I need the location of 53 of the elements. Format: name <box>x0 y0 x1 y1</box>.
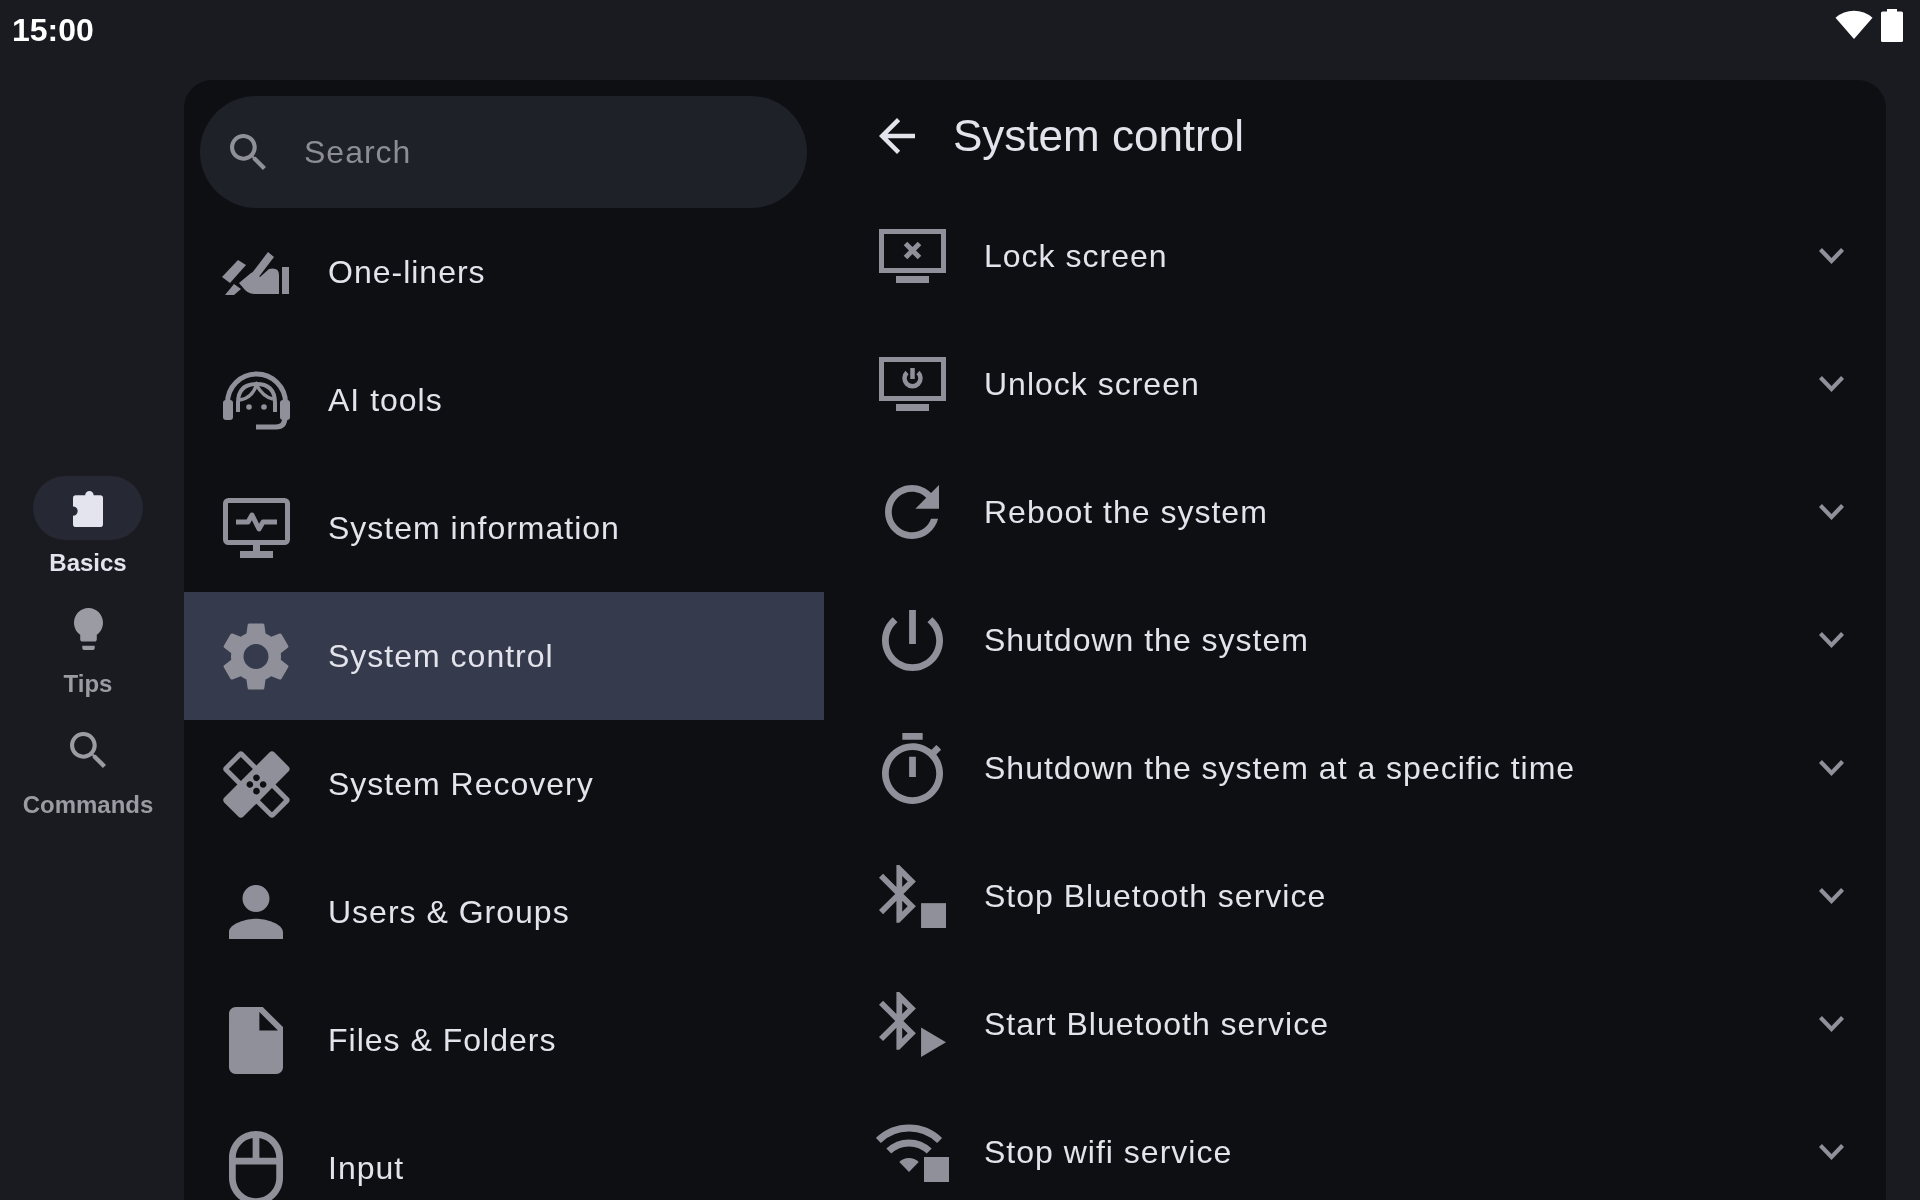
category-item[interactable]: Files & Folders <box>184 976 824 1104</box>
search-icon <box>230 134 266 170</box>
power-icon <box>881 609 943 671</box>
arrow-left-icon <box>879 118 915 154</box>
lightbulb-icon <box>73 608 103 650</box>
status-time: 15:00 <box>12 11 94 50</box>
gear-icon <box>223 621 289 691</box>
category-item[interactable]: System control <box>184 592 824 720</box>
nav-rail-item[interactable]: Tips <box>63 597 113 700</box>
nav-rail-item[interactable]: Commands <box>22 718 154 821</box>
chevron-icon[interactable] <box>1819 504 1844 520</box>
command-item[interactable]: Shutdown the system <box>875 609 1309 671</box>
monitor-power-icon <box>878 357 946 411</box>
writing-hand-icon <box>222 249 290 295</box>
bluetooth-stop-icon <box>878 864 946 928</box>
chevron-icon[interactable] <box>1819 632 1844 648</box>
command-item[interactable]: Unlock screen <box>875 357 1200 411</box>
command-item[interactable]: Stop wifi service <box>875 1122 1233 1182</box>
chevron-icon[interactable] <box>1819 248 1844 264</box>
search-icon <box>70 732 106 768</box>
command-item[interactable]: Reboot the system <box>875 485 1268 539</box>
command-item[interactable]: Start Bluetooth service <box>875 991 1329 1057</box>
battery-icon <box>1881 9 1903 42</box>
command-item[interactable]: Shutdown the system at a specific time <box>875 732 1576 804</box>
monitor-pulse-icon <box>222 498 290 558</box>
person-icon <box>229 885 283 939</box>
puzzle-icon <box>73 489 103 527</box>
category-item[interactable]: Users & Groups <box>184 848 824 976</box>
headset-person-icon <box>222 370 290 430</box>
mouse-icon <box>229 1131 283 1200</box>
category-item[interactable]: One-liners <box>184 208 824 336</box>
wifi-icon <box>1835 9 1873 39</box>
command-item[interactable]: Lock screen <box>875 229 1168 283</box>
chevron-icon[interactable] <box>1819 1016 1844 1032</box>
category-item[interactable]: AI tools <box>184 336 824 464</box>
bluetooth-play-icon <box>878 991 946 1057</box>
command-item[interactable]: Stop Bluetooth service <box>875 864 1327 928</box>
category-item[interactable]: System Recovery <box>184 720 824 848</box>
chevron-icon[interactable] <box>1819 888 1844 904</box>
search-field[interactable]: Search <box>200 96 807 208</box>
back-button[interactable] <box>879 118 915 154</box>
bandage-icon <box>222 750 290 818</box>
chevron-icon[interactable] <box>1819 376 1844 392</box>
wifi-stop-icon <box>875 1122 949 1182</box>
chevron-icon[interactable] <box>1819 1144 1844 1160</box>
refresh-icon <box>885 485 939 539</box>
chevron-icon[interactable] <box>1819 760 1844 776</box>
page-title: System control <box>953 110 1244 162</box>
timer-icon <box>881 732 943 804</box>
monitor-x-icon <box>878 229 946 283</box>
category-item[interactable]: Input <box>184 1104 824 1200</box>
category-item[interactable]: System information <box>184 464 824 592</box>
file-icon <box>229 1006 283 1074</box>
